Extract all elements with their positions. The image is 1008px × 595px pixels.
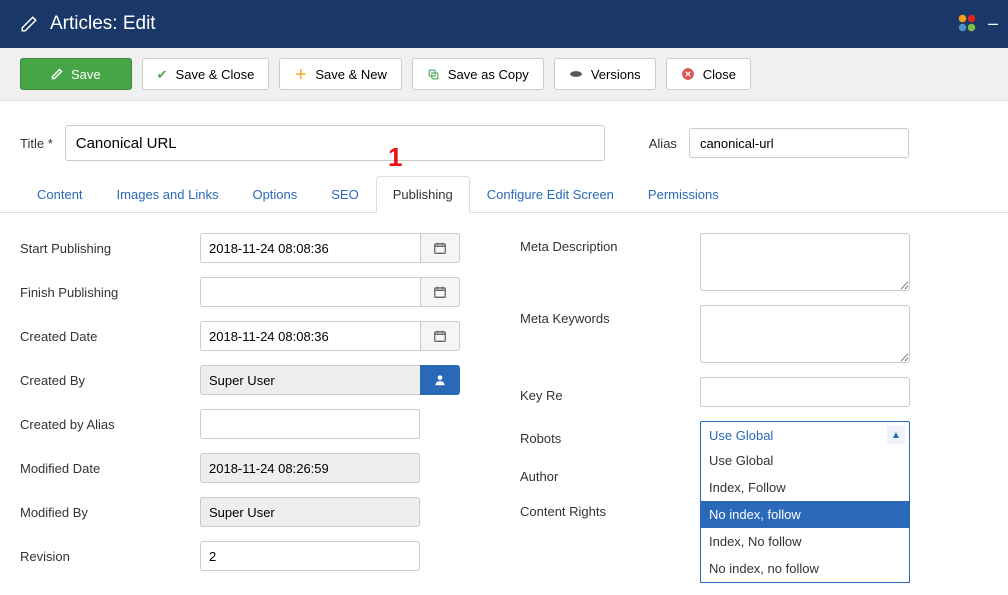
check-icon: ✔ [157,68,168,81]
input-created-by-alias[interactable] [200,409,420,439]
option-index-follow[interactable]: Index, Follow [701,474,909,501]
calendar-button-finish[interactable] [420,277,460,307]
calendar-icon [433,241,447,255]
row-key-reference: Key Re [520,377,988,407]
tab-images[interactable]: Images and Links [100,176,236,213]
option-use-global[interactable]: Use Global [701,447,909,474]
input-created-by [200,365,420,395]
label-created-date: Created Date [20,329,200,344]
label-content-rights: Content Rights [520,498,700,519]
chevron-up-icon: ▲ [887,426,905,444]
save-new-button[interactable]: ＋ Save & New [279,58,402,90]
label-modified-by: Modified By [20,505,200,520]
label-start-publishing: Start Publishing [20,241,200,256]
title-label: Title * [20,136,53,151]
user-icon [433,373,447,387]
row-robots: Robots Use Global ▲ Use Global Index, Fo… [520,421,988,449]
label-created-by-alias: Created by Alias [20,417,200,432]
select-robots-value: Use Global [709,428,773,443]
label-key-reference: Key Re [520,382,700,403]
calendar-icon [433,329,447,343]
input-key-reference[interactable] [700,377,910,407]
label-robots: Robots [520,425,700,446]
calendar-icon [433,285,447,299]
row-created-by: Created By [20,365,480,395]
label-created-by: Created By [20,373,200,388]
option-noindex-nofollow[interactable]: No index, no follow [701,555,909,582]
input-start-publishing[interactable] [200,233,420,263]
option-noindex-follow[interactable]: No index, follow [701,501,909,528]
row-finish-publishing: Finish Publishing [20,277,480,307]
alias-input[interactable] [689,128,909,158]
title-input[interactable] [65,125,605,161]
tab-publishing[interactable]: Publishing [376,176,470,213]
label-meta-keywords: Meta Keywords [520,305,700,326]
left-column: Start Publishing Finish Publishing Creat… [20,233,480,571]
label-meta-description: Meta Description [520,233,700,254]
input-revision[interactable] [200,541,420,571]
textarea-meta-keywords[interactable] [700,305,910,363]
select-robots[interactable]: Use Global ▲ [700,421,910,449]
cancel-icon [681,67,695,81]
tab-content[interactable]: Content [20,176,100,213]
calendar-button-created[interactable] [420,321,460,351]
save-copy-button[interactable]: Save as Copy [412,58,544,90]
label-modified-date: Modified Date [20,461,200,476]
alias-label: Alias [649,136,677,151]
input-created-date[interactable] [200,321,420,351]
calendar-button-start[interactable] [420,233,460,263]
label-revision: Revision [20,549,200,564]
tab-options[interactable]: Options [235,176,314,213]
tab-permissions[interactable]: Permissions [631,176,736,213]
save-button[interactable]: Save [20,58,132,90]
joomla-logo: – [952,8,998,38]
user-select-button[interactable] [420,365,460,395]
row-meta-description: Meta Description [520,233,988,291]
tab-seo[interactable]: SEO [314,176,375,213]
dropdown-robots: Use Global Index, Follow No index, follo… [700,447,910,583]
row-revision: Revision [20,541,480,571]
toolbar: Save ✔ Save & Close ＋ Save & New Save as… [0,48,1008,101]
copy-icon [427,68,440,81]
form-area: Start Publishing Finish Publishing Creat… [0,213,1008,591]
input-modified-by [200,497,420,527]
plus-icon: ＋ [294,68,307,81]
save-close-button[interactable]: ✔ Save & Close [142,58,270,90]
input-finish-publishing[interactable] [200,277,420,307]
row-modified-date: Modified Date [20,453,480,483]
right-column: Meta Description Meta Keywords Key Re Ro… [520,233,988,571]
row-created-date: Created Date [20,321,480,351]
close-button[interactable]: Close [666,58,751,90]
page-header: Articles: Edit – [0,0,1008,48]
textarea-meta-description[interactable] [700,233,910,291]
option-index-nofollow[interactable]: Index, No follow [701,528,909,555]
input-modified-date [200,453,420,483]
apply-icon [51,68,63,80]
label-author: Author [520,463,700,484]
row-created-by-alias: Created by Alias [20,409,480,439]
versions-icon [569,69,583,79]
row-start-publishing: Start Publishing [20,233,480,263]
versions-button[interactable]: Versions [554,58,656,90]
pencil-icon [20,15,38,33]
row-meta-keywords: Meta Keywords [520,305,988,363]
page-title: Articles: Edit [50,13,156,35]
tabs: Content Images and Links Options SEO Pub… [0,167,1008,213]
label-finish-publishing: Finish Publishing [20,285,200,300]
tab-configure[interactable]: Configure Edit Screen [470,176,631,213]
title-row: Title * Alias [0,101,1008,167]
row-modified-by: Modified By [20,497,480,527]
